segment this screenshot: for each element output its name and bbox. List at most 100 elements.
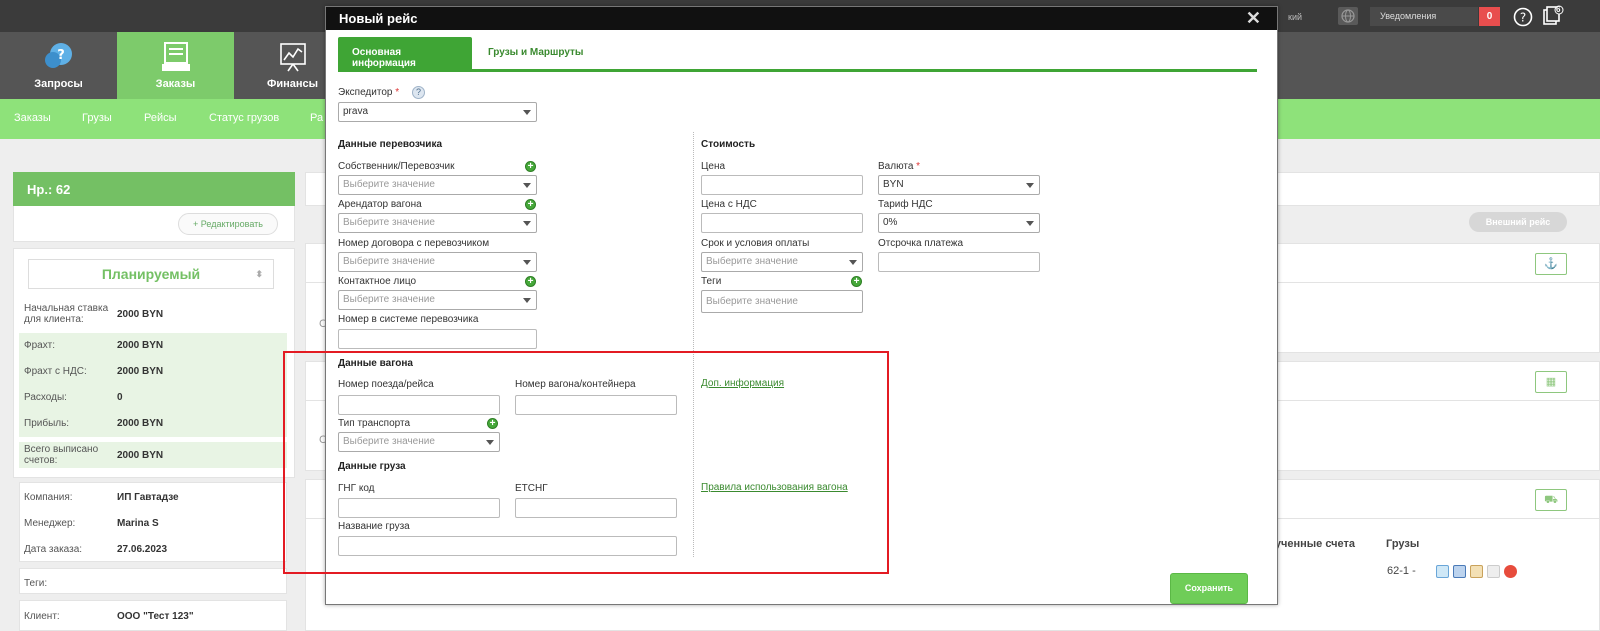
column-divider (693, 132, 694, 557)
save-button[interactable]: Сохранить (1170, 573, 1248, 604)
price-input[interactable] (701, 175, 863, 195)
contact-label: Контактное лицо (338, 276, 417, 287)
notifications-count-badge[interactable]: 0 (1479, 7, 1500, 26)
tags-label: Теги (701, 276, 722, 287)
vat-rate-label: Тариф НДС (878, 199, 933, 210)
payment-terms-select[interactable]: Выберите значение (701, 252, 863, 272)
subnav-item-cargo[interactable]: Грузы (82, 112, 112, 124)
train-icon[interactable]: ▦ (1535, 371, 1567, 393)
payment-delay-label: Отсрочка платежа (878, 238, 964, 249)
sort-arrows-icon: ⬍ (255, 269, 263, 279)
wagon-number-label: Номер вагона/контейнера (515, 379, 636, 390)
help-icon[interactable]: ? (1513, 7, 1533, 30)
lessee-select[interactable]: Выберите значение (338, 213, 537, 233)
tab-cargo-routes[interactable]: Грузы и Маршруты (474, 37, 597, 69)
carrier-system-number-label: Номер в системе перевозчика (338, 314, 479, 325)
nav-item-requests[interactable]: ? Запросы (0, 32, 117, 99)
contact-select[interactable]: Выберите значение (338, 290, 537, 310)
chevron-down-icon (523, 260, 531, 265)
subnav-item-cargo-status[interactable]: Статус грузов (209, 112, 279, 124)
owner-label: Собственник/Перевозчик (338, 161, 455, 172)
train-number-input[interactable] (338, 395, 500, 415)
delete-icon[interactable] (1504, 565, 1517, 578)
add-transport-type-plus-icon[interactable]: + (487, 418, 498, 429)
owner-select[interactable]: Выберите значение (338, 175, 537, 195)
wagon-number-input[interactable] (515, 395, 677, 415)
bg-col-invoices: лученные счета (1268, 538, 1356, 550)
documents-icon[interactable]: 6 (1541, 5, 1565, 30)
svg-text:?: ? (57, 48, 65, 63)
info-row-profit: Прибыль: 2000 BYN (19, 411, 287, 437)
transport-type-select[interactable]: Выберите значение (338, 432, 500, 452)
cargo-name-label: Название груза (338, 521, 410, 532)
info-row-tags: Теги: (24, 578, 48, 589)
info-row-company: Компания: ИП Гавтадзе (24, 492, 179, 503)
expeditor-label: Экспедитор * (338, 87, 400, 98)
price-vat-label: Цена с НДС (701, 199, 757, 210)
order-number-header: Нр.: 62 (13, 172, 295, 206)
add-lessee-plus-icon[interactable]: + (525, 199, 536, 210)
chevron-down-icon (486, 440, 494, 445)
chevron-down-icon (523, 110, 531, 115)
row-actions (1436, 565, 1517, 578)
order-side-panel: Нр.: 62 (13, 172, 295, 206)
notifications-button[interactable]: Уведомления (1370, 7, 1478, 26)
subnav-item-orders[interactable]: Заказы (14, 112, 51, 124)
truck-icon[interactable]: ⛟ (1535, 489, 1567, 511)
chart-board-icon (279, 43, 306, 72)
add-doc-icon[interactable] (1436, 565, 1449, 578)
cargo-name-input[interactable] (338, 536, 677, 556)
chevron-down-icon (849, 260, 857, 265)
copy-icon[interactable] (1487, 565, 1500, 578)
svg-text:?: ? (1520, 11, 1526, 25)
train-number-label: Номер поезда/рейса (338, 379, 434, 390)
payment-delay-input[interactable] (878, 252, 1040, 272)
nav-item-orders[interactable]: Заказы (117, 32, 234, 99)
subnav-item-partial[interactable]: Ра (310, 112, 323, 124)
status-value: Планируемый (101, 266, 201, 282)
documents-count: 6 (1556, 5, 1561, 14)
help-question-icon[interactable]: ? (412, 86, 425, 99)
wagon-section-title: Данные вагона (338, 358, 413, 369)
globe-icon[interactable] (1338, 7, 1358, 25)
price-label: Цена (701, 161, 726, 172)
question-bubble-icon: ? (44, 43, 72, 68)
contract-label: Номер договора с перевозчиком (338, 238, 490, 249)
payment-terms-label: Срок и условия оплаты (701, 238, 810, 249)
bg-cargo-value: 62-1 - (1387, 565, 1416, 577)
price-vat-input[interactable] (701, 213, 863, 233)
etsng-input[interactable] (515, 498, 677, 518)
add-contact-plus-icon[interactable]: + (525, 276, 536, 287)
external-flight-button[interactable]: Внешний рейс (1469, 212, 1567, 232)
extra-info-link[interactable]: Доп. информация (701, 378, 784, 389)
wagon-rules-link[interactable]: Правила использования вагона (701, 482, 848, 493)
info-row-invoices-total: Всего выписано счетов: 2000 BYN (19, 442, 287, 468)
new-flight-modal: Новый рейс ✕ Основная информация Грузы и… (325, 6, 1278, 605)
nav-item-label: Запросы (34, 78, 83, 90)
contract-select[interactable]: Выберите значение (338, 252, 537, 272)
currency-select[interactable]: BYN (878, 175, 1040, 195)
edit-button[interactable]: + Редактировать (178, 213, 278, 235)
status-select[interactable]: Планируемый ⬍ (28, 259, 274, 289)
subnav-item-flights[interactable]: Рейсы (144, 112, 177, 124)
anchor-icon[interactable]: ⚓ (1535, 253, 1567, 275)
tab-main-info[interactable]: Основная информация (338, 37, 472, 69)
clipboard-icon (161, 42, 190, 71)
expeditor-select[interactable]: prava (338, 102, 537, 122)
vat-rate-select[interactable]: 0% (878, 213, 1040, 233)
edit-doc-icon[interactable] (1470, 565, 1483, 578)
modal-header: Новый рейс ✕ (326, 7, 1277, 30)
close-icon[interactable]: ✕ (1246, 8, 1261, 29)
gng-code-label: ГНГ код (338, 483, 375, 494)
add-tag-plus-icon[interactable]: + (851, 276, 862, 287)
tags-input[interactable]: Выберите значение (701, 290, 863, 313)
gng-code-input[interactable] (338, 498, 500, 518)
modal-tabs: Основная информация Грузы и Маршруты (338, 37, 1257, 72)
chevron-down-icon (523, 183, 531, 188)
book-icon[interactable] (1453, 565, 1466, 578)
bg-col-cargo: Грузы (1386, 538, 1420, 550)
chevron-down-icon (1026, 221, 1034, 226)
carrier-system-number-input[interactable] (338, 329, 537, 349)
add-owner-plus-icon[interactable]: + (525, 161, 536, 172)
cost-section-title: Стоимость (701, 139, 756, 150)
